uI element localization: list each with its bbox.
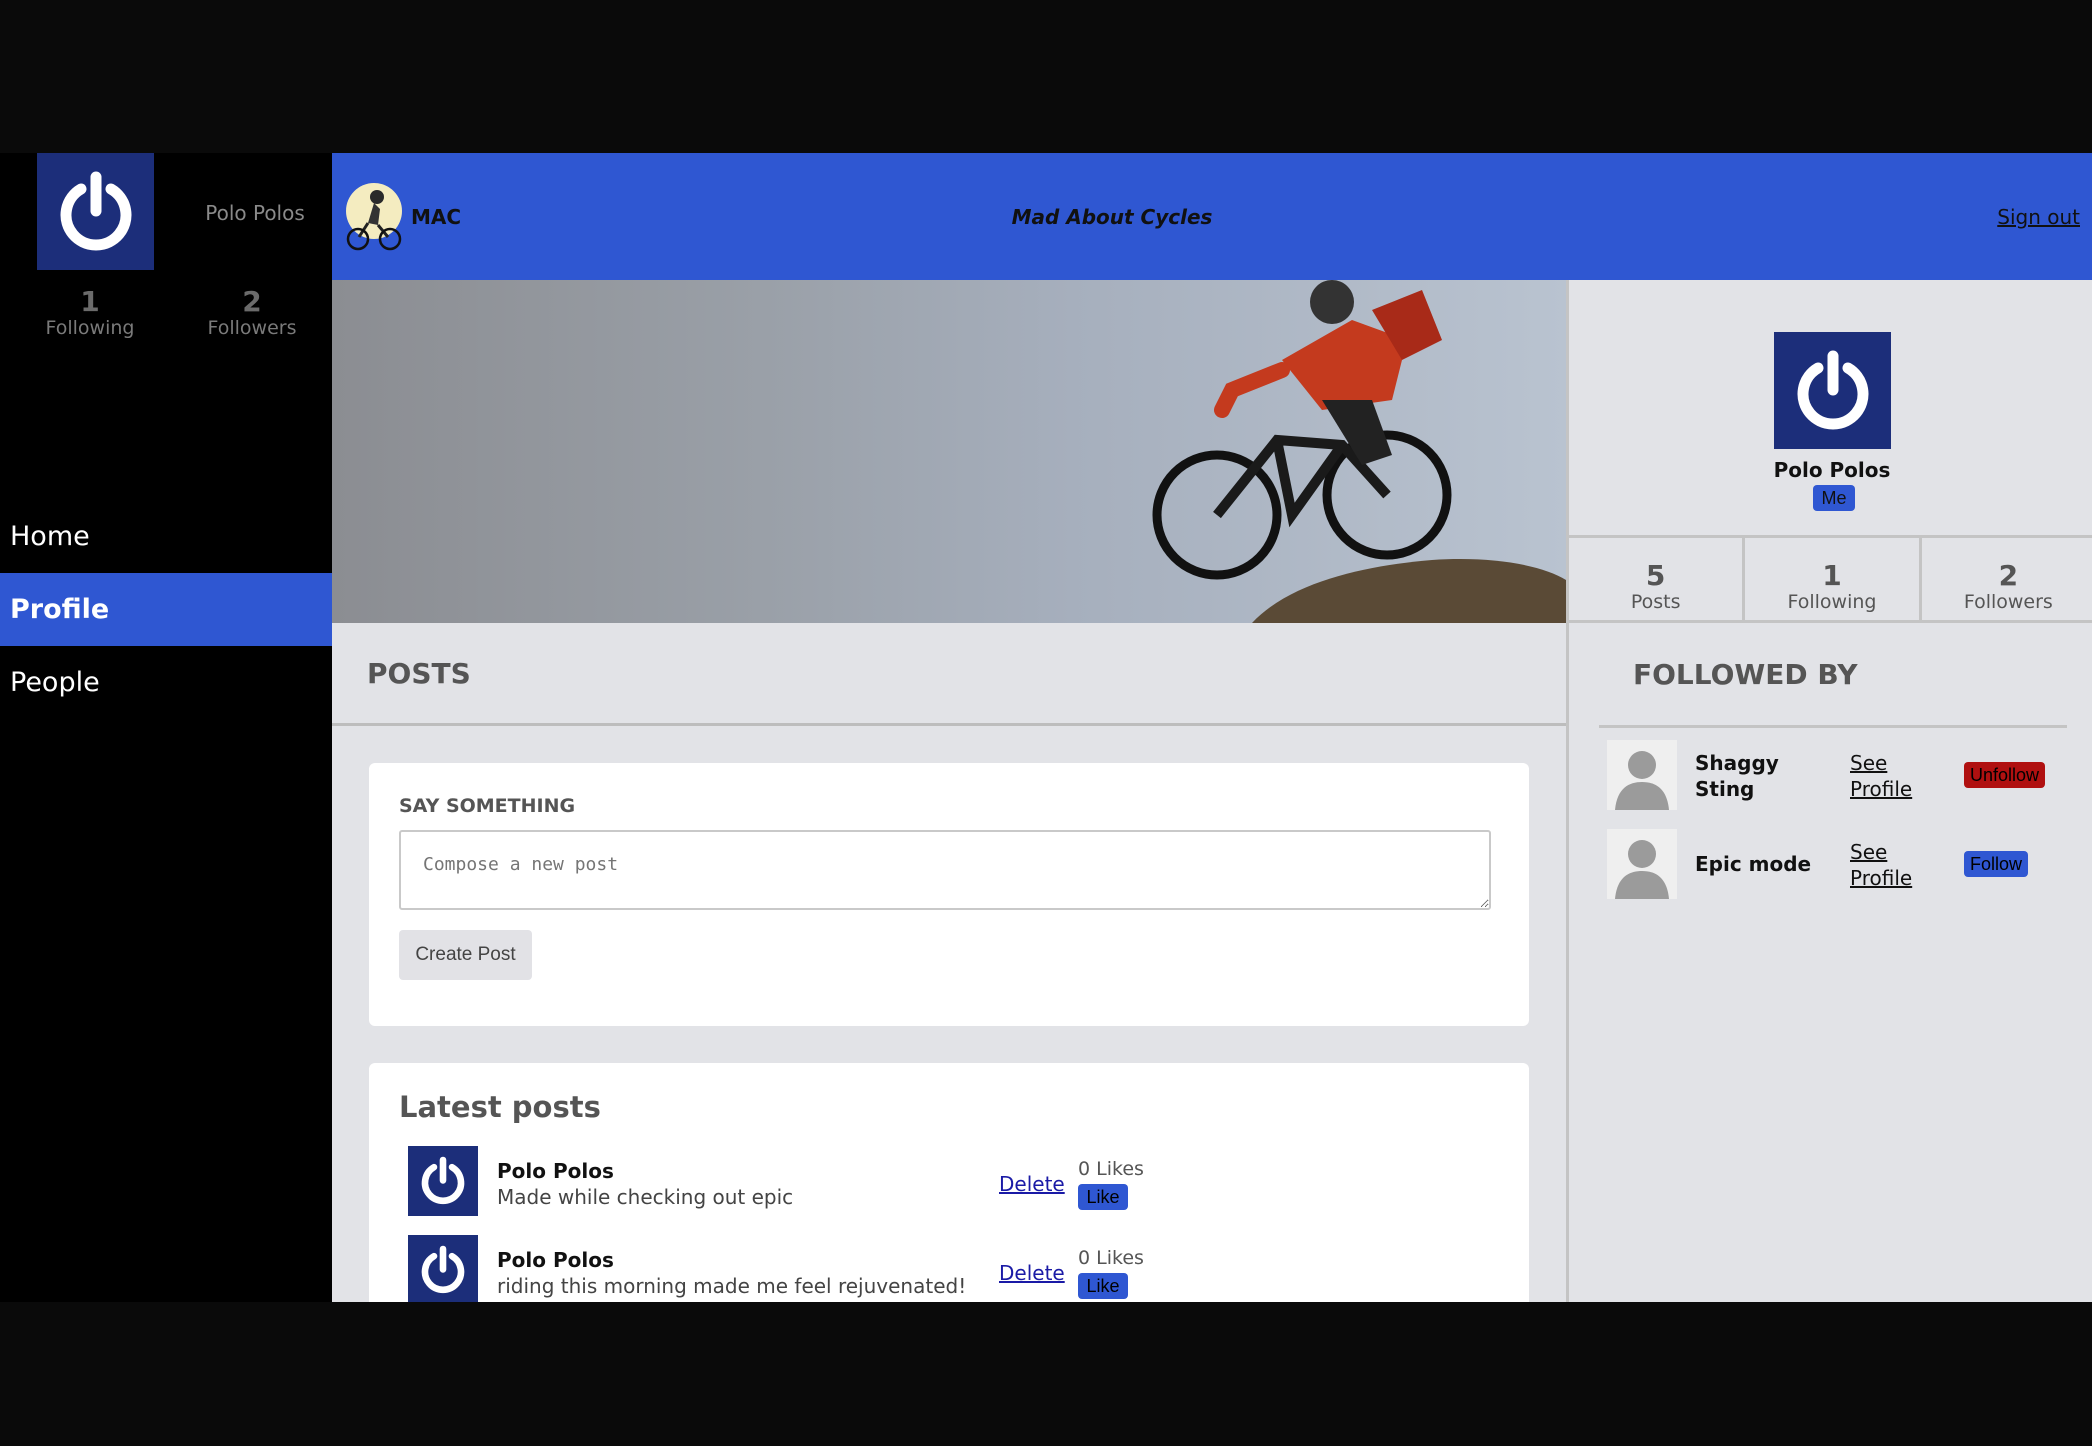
post-like-count: 0 Likes [1078,1158,1144,1180]
delete-post-link[interactable]: Delete [999,1261,1065,1285]
nav-item-people[interactable]: People [0,646,332,719]
sidebar-avatar[interactable] [37,153,154,270]
nav-item-home[interactable]: Home [0,500,332,573]
stat-followers[interactable]: 2 Followers [1922,538,2092,620]
post-text: riding this morning made me feel rejuven… [497,1274,967,1298]
topbar: MAC Mad About Cycles Sign out [332,153,2092,280]
post-avatar[interactable] [408,1146,478,1216]
sidebar-nav: Home Profile People [0,500,332,719]
profile-name: Polo Polos [1773,458,1891,482]
stat-posts-count: 5 [1645,559,1666,592]
me-badge: Me [1813,485,1855,511]
power-icon [60,171,131,250]
sidebar-following-stat[interactable]: 1 Following [15,285,165,340]
unfollow-button[interactable]: Unfollow [1964,762,2046,788]
compose-post-input[interactable] [399,830,1491,910]
latest-posts-heading: Latest posts [399,1090,601,1124]
post-like-count: 0 Likes [1078,1247,1144,1269]
stat-posts[interactable]: 5 Posts [1569,538,1746,620]
default-user-icon [1607,740,1677,810]
see-profile-link[interactable]: See Profile [1850,839,1930,891]
sign-out-link[interactable]: Sign out [1997,205,2080,229]
power-icon [421,1245,465,1294]
power-icon [1797,350,1868,429]
profile-stats: 5 Posts 1 Following 2 Followers [1569,535,2092,623]
stat-followers-label: Followers [1963,591,2053,613]
sidebar-followers-label: Followers [207,317,297,339]
follower-item: Shaggy Sting See Profile Unfollow [1607,740,2067,810]
main-content: POSTS SAY SOMETHING Create Post Latest p… [332,623,1566,1302]
follower-name: Epic mode [1695,852,1812,876]
cover-image [1152,280,1566,623]
follower-name: Shaggy Sting [1695,751,1779,801]
see-profile-link[interactable]: See Profile [1850,750,1930,802]
delete-post-link[interactable]: Delete [999,1172,1065,1196]
sidebar-followers-stat[interactable]: 2 Followers [177,285,327,340]
sidebar-username: Polo Polos [205,201,305,225]
posts-header: POSTS [332,623,1566,726]
cover-banner [332,280,1566,623]
brand-full: Mad About Cycles [1011,205,1213,229]
power-icon [421,1156,465,1205]
post-avatar[interactable] [408,1235,478,1302]
stat-following-label: Following [1787,591,1877,613]
followed-by-heading: FOLLOWED BY [1633,658,1858,691]
create-post-button[interactable]: Create Post [399,930,532,980]
follow-button[interactable]: Follow [1964,851,2029,877]
latest-posts-card: Latest posts Polo Polos Made while check… [369,1063,1529,1302]
compose-card: SAY SOMETHING Create Post [369,763,1529,1026]
sidebar-followers-count: 2 [242,285,262,318]
sidebar: Polo Polos 1 Following 2 Followers Home … [0,153,332,1302]
app-root: Polo Polos 1 Following 2 Followers Home … [0,153,2092,1302]
post-author: Polo Polos [497,1248,614,1272]
stat-following-count: 1 [1822,559,1842,592]
like-button[interactable]: Like [1078,1184,1128,1210]
like-button[interactable]: Like [1078,1273,1128,1299]
post-author: Polo Polos [497,1159,614,1183]
default-user-icon [1607,829,1677,899]
sidebar-following-label: Following [45,317,135,339]
divider [1599,725,2067,728]
posts-heading: POSTS [367,656,471,690]
post-item: Polo Polos Made while checking out epic … [408,1146,1508,1216]
post-text: Made while checking out epic [497,1185,794,1209]
sidebar-following-count: 1 [80,285,100,318]
nav-item-profile[interactable]: Profile [0,573,332,646]
stat-following[interactable]: 1 Following [1745,538,1922,620]
post-item: Polo Polos riding this morning made me f… [408,1235,1508,1302]
follower-item: Epic mode See Profile Follow [1607,829,2067,899]
stat-followers-count: 2 [1998,559,2019,592]
stat-posts-label: Posts [1630,591,1681,613]
profile-avatar[interactable] [1774,332,1891,449]
profile-panel: Polo Polos Me 5 Posts 1 Following 2 Foll… [1566,280,2092,1302]
compose-title: SAY SOMETHING [399,795,576,817]
